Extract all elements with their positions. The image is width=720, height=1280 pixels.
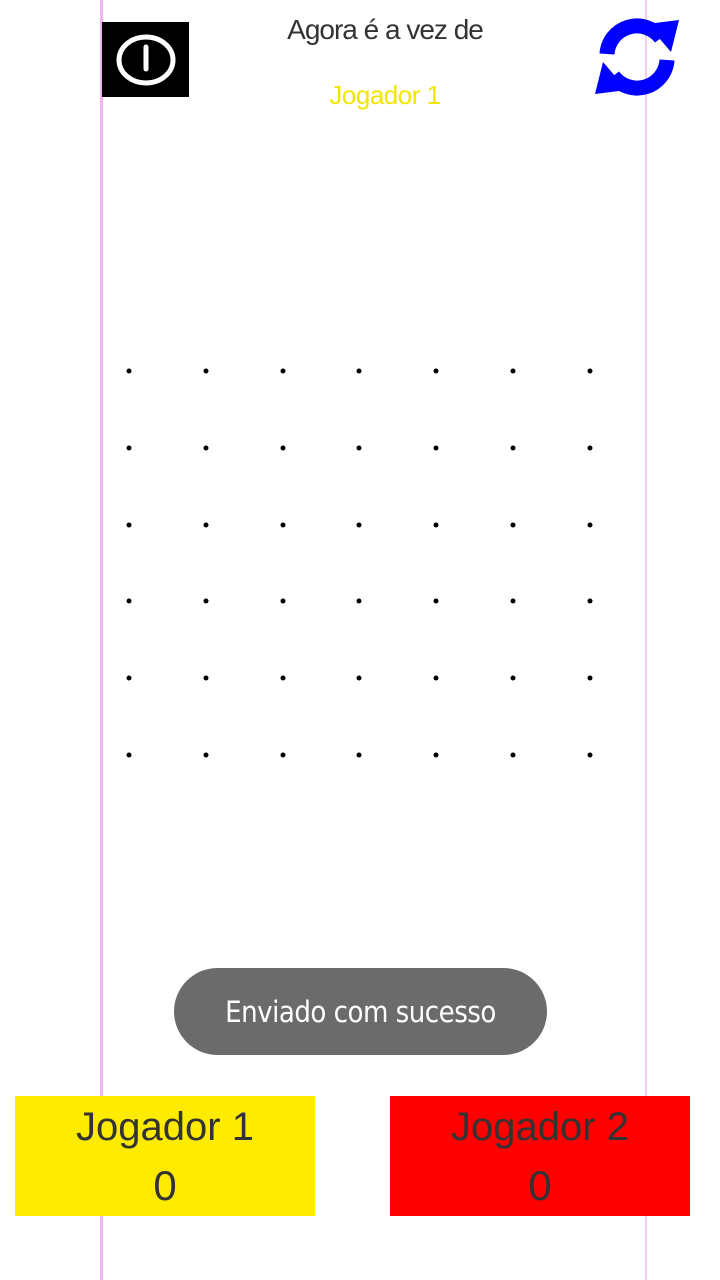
grid-dot[interactable] xyxy=(203,598,209,604)
toast-notification: Enviado com sucesso xyxy=(174,968,547,1055)
grid-dot[interactable] xyxy=(587,522,593,528)
grid-dot[interactable] xyxy=(280,752,286,758)
grid-dot[interactable] xyxy=(510,445,516,451)
refresh-button[interactable] xyxy=(583,14,691,100)
grid-dot[interactable] xyxy=(433,752,439,758)
grid-dot[interactable] xyxy=(510,522,516,528)
turn-caption: Agora é a vez de xyxy=(287,14,484,45)
grid-dot[interactable] xyxy=(433,368,439,374)
grid-dot[interactable] xyxy=(126,598,132,604)
grid-dot[interactable] xyxy=(126,368,132,374)
grid-dot[interactable] xyxy=(203,675,209,681)
grid-dot[interactable] xyxy=(126,752,132,758)
grid-dot[interactable] xyxy=(356,445,362,451)
grid-dot[interactable] xyxy=(356,675,362,681)
grid-dot[interactable] xyxy=(280,445,286,451)
grid-dot[interactable] xyxy=(510,598,516,604)
grid-dot[interactable] xyxy=(587,445,593,451)
grid-dot[interactable] xyxy=(433,598,439,604)
player-2-name: Jogador 2 xyxy=(451,1105,629,1149)
player-1-score: 0 xyxy=(153,1162,177,1209)
grid-dot[interactable] xyxy=(510,675,516,681)
score-card-player-1: Jogador 1 0 xyxy=(15,1096,315,1216)
grid-dot[interactable] xyxy=(126,675,132,681)
grid-dot[interactable] xyxy=(203,522,209,528)
player-1-name: Jogador 1 xyxy=(76,1105,254,1149)
grid-dot[interactable] xyxy=(203,445,209,451)
grid-dot[interactable] xyxy=(280,675,286,681)
grid-dot[interactable] xyxy=(510,368,516,374)
grid-dot[interactable] xyxy=(356,598,362,604)
grid-dot[interactable] xyxy=(356,752,362,758)
grid-dot[interactable] xyxy=(587,368,593,374)
score-card-player-2: Jogador 2 0 xyxy=(390,1096,690,1216)
refresh-icon xyxy=(595,18,679,96)
dot-grid-board xyxy=(126,368,609,771)
left-margin-line xyxy=(100,0,103,1280)
grid-dot[interactable] xyxy=(356,368,362,374)
grid-dot[interactable] xyxy=(510,752,516,758)
grid-dot[interactable] xyxy=(280,522,286,528)
grid-dot[interactable] xyxy=(587,752,593,758)
grid-dot[interactable] xyxy=(433,522,439,528)
grid-dot[interactable] xyxy=(433,445,439,451)
grid-dot[interactable] xyxy=(433,675,439,681)
grid-dot[interactable] xyxy=(126,522,132,528)
grid-dot[interactable] xyxy=(587,675,593,681)
power-icon xyxy=(116,34,175,85)
player-2-score: 0 xyxy=(528,1162,552,1209)
current-player-name: Jogador 1 xyxy=(329,80,441,110)
right-margin-line xyxy=(645,0,647,1280)
toast-message: Enviado com sucesso xyxy=(225,994,496,1029)
grid-dot[interactable] xyxy=(280,598,286,604)
grid-dot[interactable] xyxy=(280,368,286,374)
power-button[interactable] xyxy=(102,22,189,97)
grid-dot[interactable] xyxy=(126,445,132,451)
grid-dot[interactable] xyxy=(356,522,362,528)
grid-dot[interactable] xyxy=(203,368,209,374)
grid-dot[interactable] xyxy=(587,598,593,604)
grid-dot[interactable] xyxy=(203,752,209,758)
